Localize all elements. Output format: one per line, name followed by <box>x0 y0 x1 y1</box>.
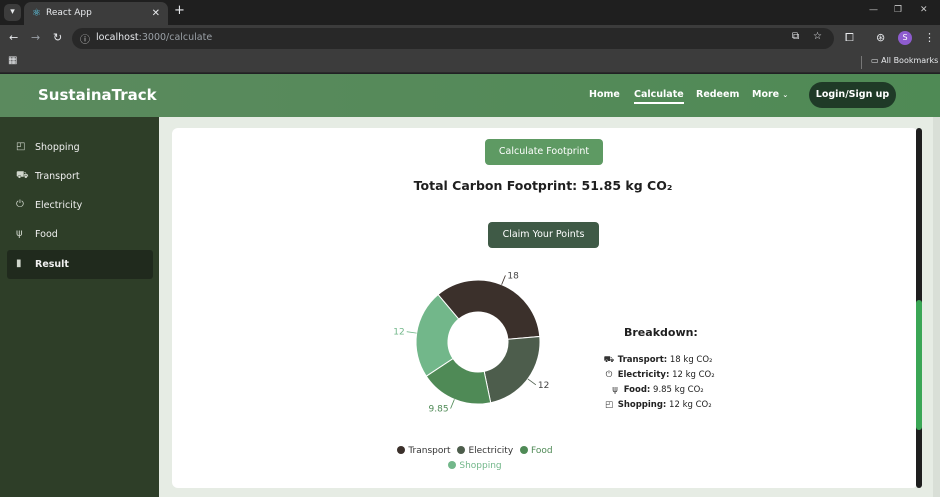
all-bookmarks[interactable]: ▭ All Bookmarks <box>871 56 938 65</box>
leader-transport <box>501 275 506 285</box>
claim-points-button[interactable]: Claim Your Points <box>488 222 599 248</box>
extensions-icon[interactable]: ⧠ <box>845 31 854 45</box>
leader-electricity <box>527 378 537 386</box>
legend-item-shopping[interactable]: Shopping <box>448 459 502 474</box>
folder-icon: ▭ <box>871 56 882 65</box>
nav-home[interactable]: Home <box>589 89 620 100</box>
sidebar-item-result[interactable]: ▮ Result <box>7 250 153 279</box>
window-close-icon[interactable]: ✕ <box>920 5 928 15</box>
sidebar-item-label: Shopping <box>35 142 80 153</box>
chart-icon: ▮ <box>16 258 22 269</box>
calculate-footprint-button[interactable]: Calculate Footprint <box>485 139 603 165</box>
breakdown-food: ψ Food: 9.85 kg CO₂ <box>609 385 704 395</box>
bag-icon: ◰ <box>16 141 26 152</box>
tab-search-icon[interactable]: ▾ <box>4 4 21 21</box>
leader-food <box>450 399 455 409</box>
breakdown-title: Breakdown: <box>624 326 698 339</box>
login-signup-button[interactable]: Login/Sign up <box>809 82 896 108</box>
more-menu-icon[interactable]: ⋮ <box>924 31 935 44</box>
info-icon[interactable]: ⓘ <box>80 31 90 46</box>
nav-redeem[interactable]: Redeem <box>696 89 739 100</box>
sidebar-item-food[interactable]: ψ Food <box>7 220 153 249</box>
maximize-icon[interactable]: ❐ <box>894 5 902 15</box>
footprint-donut-chart: 18 12 9.85 12 <box>393 271 549 415</box>
new-tab-icon[interactable]: + <box>174 3 185 18</box>
utensils-icon: ψ <box>612 385 618 395</box>
breakdown-transport: ⛟ Transport: 18 kg CO₂ <box>603 355 713 365</box>
slice-electricity[interactable] <box>483 335 541 404</box>
sidebar-item-shopping[interactable]: ◰ Shopping <box>7 133 153 162</box>
bookmarks-bar: ▦ ▭ All Bookmarks <box>0 52 940 73</box>
card-scrollbar-thumb[interactable] <box>916 300 922 430</box>
bag-icon: ◰ <box>604 400 614 410</box>
tab-title: React App <box>46 8 92 18</box>
minimize-icon[interactable]: — <box>869 5 878 15</box>
slice-transport[interactable] <box>437 279 541 340</box>
power-icon: ⏻ <box>16 199 24 210</box>
sidebar-item-label: Electricity <box>35 200 83 211</box>
chart-legend: Transport Electricity Food Shopping <box>380 444 570 474</box>
install-icon[interactable]: ⧉ <box>792 31 799 42</box>
sync-icon[interactable]: ⊛ <box>876 31 885 44</box>
react-icon: ⚛ <box>32 8 41 19</box>
star-icon[interactable]: ☆ <box>813 31 822 42</box>
total-footprint: Total Carbon Footprint: 51.85 kg CO₂ <box>413 178 673 193</box>
slice-label-electricity: 12 <box>538 381 549 391</box>
apps-grid-icon[interactable]: ▦ <box>8 55 17 66</box>
browser-toolbar: ← → ↻ ⓘ localhost:3000/calculate ⧉ ☆ ⧠ ⊛… <box>0 25 940 52</box>
slice-label-shopping: 12 <box>393 328 404 338</box>
address-bar[interactable]: ⓘ localhost:3000/calculate ⧉ ☆ <box>72 28 834 49</box>
sidebar: ◰ Shopping ⛟ Transport ⏻ Electricity ψ F… <box>0 117 159 497</box>
legend-item-transport[interactable]: Transport <box>397 444 451 459</box>
browser-tabstrip: ▾ ⚛ React App ✕ + — ❐ ✕ <box>0 0 940 25</box>
chevron-down-icon: ⌄ <box>782 91 789 99</box>
sidebar-item-transport[interactable]: ⛟ Transport <box>7 162 153 191</box>
legend-item-electricity[interactable]: Electricity <box>457 444 513 459</box>
power-icon: ⏻ <box>605 370 613 380</box>
app-header: SustainaTrack Home Calculate Redeem More… <box>0 74 940 117</box>
sidebar-item-electricity[interactable]: ⏻ Electricity <box>7 191 153 220</box>
page-scrollbar[interactable] <box>933 117 940 497</box>
breakdown-electricity: ⏻ Electricity: 12 kg CO₂ <box>603 370 715 380</box>
url-text: localhost:3000/calculate <box>96 32 213 43</box>
utensils-icon: ψ <box>16 228 23 239</box>
leader-shopping <box>406 331 417 334</box>
truck-icon: ⛟ <box>603 355 615 365</box>
profile-avatar[interactable]: S <box>898 31 912 45</box>
nav-more[interactable]: More ⌄ <box>752 89 788 100</box>
sidebar-item-label: Result <box>35 259 69 270</box>
forward-icon[interactable]: → <box>31 31 40 44</box>
back-icon[interactable]: ← <box>9 31 18 44</box>
bookmarks-divider <box>861 56 862 69</box>
truck-icon: ⛟ <box>16 170 29 181</box>
nav-calculate[interactable]: Calculate <box>634 89 684 104</box>
browser-tab[interactable]: ⚛ React App ✕ <box>24 2 168 25</box>
sidebar-item-label: Transport <box>35 171 80 182</box>
brand-logo[interactable]: SustainaTrack <box>38 86 157 104</box>
slice-label-transport: 18 <box>507 271 519 281</box>
legend-item-food[interactable]: Food <box>520 444 553 459</box>
close-icon[interactable]: ✕ <box>152 2 160 25</box>
reload-icon[interactable]: ↻ <box>53 31 62 44</box>
slice-label-food: 9.85 <box>429 405 449 415</box>
breakdown-shopping: ◰ Shopping: 12 kg CO₂ <box>604 400 712 410</box>
sidebar-item-label: Food <box>35 229 58 240</box>
